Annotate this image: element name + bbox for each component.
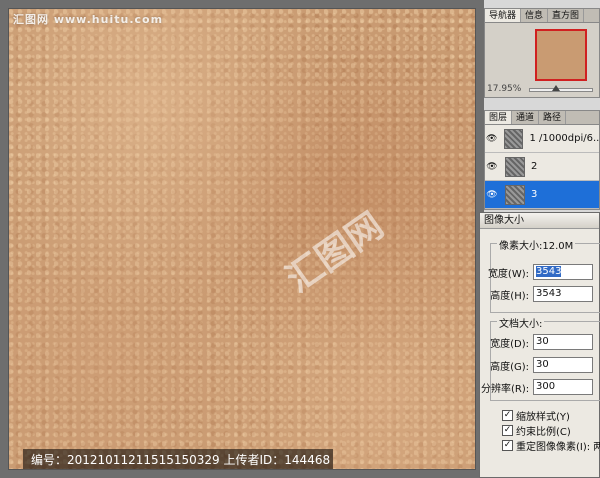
layer-thumbnail: [505, 156, 525, 177]
pixel-height-row: 高度(H): 3543: [481, 286, 593, 302]
resolution-row: 分辨率(R): 300: [481, 379, 593, 395]
layer-row[interactable]: 👁 2: [485, 153, 599, 181]
pixel-width-label: 宽度(W):: [487, 268, 529, 280]
document-size-group: 文档大小: 宽度(D): 30 高度(G): 30 分辨率(R): 300: [481, 315, 600, 401]
pixel-height-input[interactable]: 3543: [533, 286, 593, 302]
watermark-top: 汇图网 www.huitu.com: [13, 13, 164, 26]
constrain-proportions-label: 约束比例(C): [516, 427, 571, 438]
tab-navigator[interactable]: 导航器: [485, 9, 522, 22]
pixel-width-input[interactable]: 3543: [533, 264, 593, 280]
eye-icon[interactable]: 👁: [485, 134, 498, 144]
doc-width-row: 宽度(D): 30: [481, 334, 593, 350]
resolution-label: 分辨率(R):: [481, 383, 530, 395]
pixel-dimensions-group: 像素大小:12.0M 宽度(W): 3543 高度(H): 3543: [488, 237, 600, 313]
canvas-area: 汇图网 www.huitu.com 汇图网 编号：201210112115151…: [0, 0, 484, 478]
eye-icon[interactable]: 👁: [485, 190, 499, 200]
zoom-slider-handle[interactable]: [552, 85, 560, 91]
layer-name: 3: [531, 189, 538, 200]
doc-width-input[interactable]: 30: [533, 334, 593, 350]
resample-label: 重定图像像素(I): 两: [516, 442, 600, 453]
pixel-width-row: 宽度(W): 3543: [481, 264, 593, 280]
layers-tabs: 图层 通道 路径: [485, 111, 599, 125]
navigator-panel: 导航器 信息 直方图 17.95%: [484, 8, 600, 98]
eye-icon[interactable]: 👁: [485, 162, 499, 172]
checkbox-icon[interactable]: ✓: [502, 425, 513, 436]
navigator-tabs: 导航器 信息 直方图: [485, 9, 599, 23]
tab-histogram[interactable]: 直方图: [548, 9, 585, 22]
doc-width-label: 宽度(D):: [490, 338, 529, 350]
scale-styles-checkbox-row[interactable]: ✓ 缩放样式(Y): [502, 408, 570, 423]
zoom-slider[interactable]: [529, 85, 593, 92]
tab-channels[interactable]: 通道: [512, 111, 540, 124]
layer-thumbnail: [504, 128, 524, 149]
doc-height-label: 高度(G):: [490, 361, 529, 373]
document-size-label: 文档大小:: [497, 315, 545, 330]
resolution-input[interactable]: 300: [533, 379, 593, 395]
scale-styles-label: 缩放样式(Y): [516, 412, 570, 423]
resample-checkbox-row[interactable]: ✓ 重定图像像素(I): 两: [502, 438, 600, 453]
constrain-proportions-checkbox-row[interactable]: ✓ 约束比例(C): [502, 423, 571, 438]
tab-layers[interactable]: 图层: [485, 111, 513, 124]
checkbox-icon[interactable]: ✓: [502, 410, 513, 421]
pixel-dimensions-label: 像素大小:12.0M: [497, 237, 576, 252]
watermark-center: 汇图网: [279, 205, 392, 301]
image-canvas[interactable]: 汇图网 www.huitu.com 汇图网 编号：201210112115151…: [8, 8, 476, 470]
layer-row-selected[interactable]: 👁 3: [485, 181, 599, 209]
layer-name: 1 /1000dpi/6...: [529, 133, 599, 144]
pixel-height-label: 高度(H):: [490, 290, 529, 302]
doc-height-input[interactable]: 30: [533, 357, 593, 373]
tab-info[interactable]: 信息: [521, 9, 549, 22]
layers-panel: 图层 通道 路径 👁 1 /1000dpi/6... 👁 2 👁 3: [484, 110, 600, 210]
layer-row[interactable]: 👁 1 /1000dpi/6...: [485, 125, 599, 153]
pixel-width-value: 3543: [536, 266, 562, 277]
dialog-title: 图像大小: [480, 213, 599, 229]
layer-thumbnail: [505, 184, 525, 205]
navigator-thumbnail[interactable]: [535, 29, 587, 81]
checkbox-icon[interactable]: ✓: [502, 440, 513, 451]
tab-paths[interactable]: 路径: [539, 111, 567, 124]
navigator-zoom[interactable]: 17.95%: [487, 84, 521, 94]
caption-bar: 编号：20121011211515150329 上传者ID：144468: [23, 449, 333, 469]
doc-height-row: 高度(G): 30: [481, 357, 593, 373]
layer-name: 2: [531, 161, 538, 172]
image-size-dialog: 图像大小 像素大小:12.0M 宽度(W): 3543 高度(H): 3543 …: [479, 212, 600, 478]
